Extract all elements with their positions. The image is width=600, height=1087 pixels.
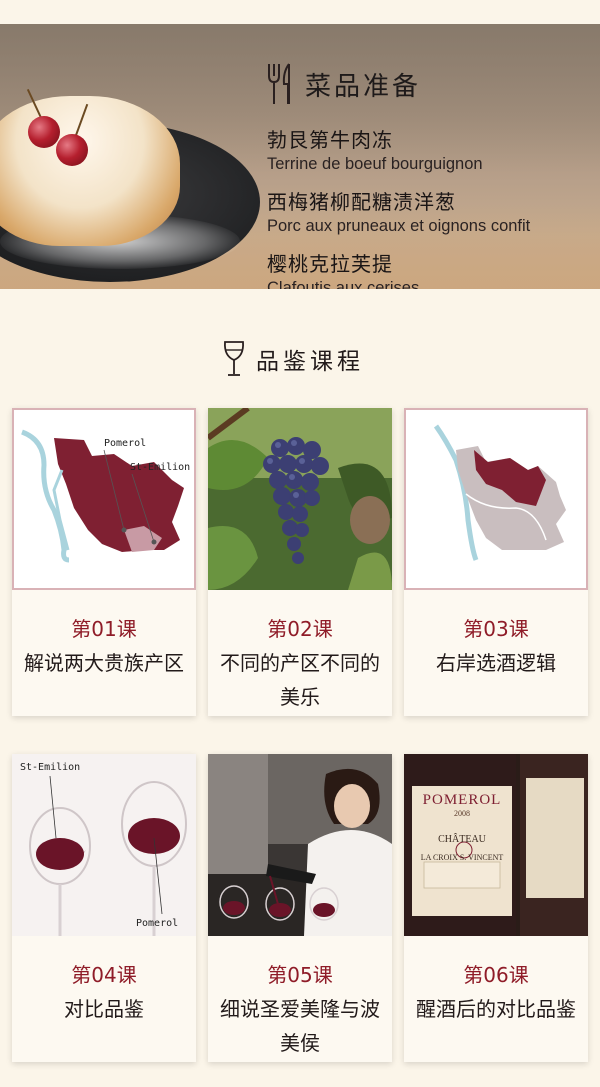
fork-knife-icon xyxy=(268,63,290,104)
grape-vine-photo xyxy=(208,408,392,590)
course-header: 品鉴课程 xyxy=(222,340,364,378)
sommelier-pouring-photo xyxy=(208,754,392,936)
lesson-description: 醒酒后的对比品鉴 xyxy=(416,997,576,1021)
lesson-description: 细说圣爱美隆与波美侯 xyxy=(220,997,380,1055)
dish-item: 樱桃克拉芙提 Clafoutis aux cerises xyxy=(267,248,419,289)
cherry xyxy=(28,116,60,148)
bottle-appellation: POMEROL xyxy=(422,792,502,808)
dish-name-fr: Terrine de boeuf bourguignon xyxy=(267,155,483,173)
menu-banner: 菜品准备 勃艮第牛肉冻 Terrine de boeuf bourguignon… xyxy=(0,24,600,289)
course-card[interactable]: POMEROL 2008 CHÂTEAU LA CROIX S. VINCENT… xyxy=(404,754,588,1062)
map-pomerol-stemilion: Pomerol St-Emilion xyxy=(12,408,196,590)
dish-name-cn: 西梅猪柳配糖渍洋葱 xyxy=(267,190,456,214)
dish-item: 勃艮第牛肉冻 Terrine de boeuf bourguignon xyxy=(267,124,483,174)
lesson-description: 不同的产区不同的美乐 xyxy=(220,651,380,709)
wine-bottles-photo: POMEROL 2008 CHÂTEAU LA CROIX S. VINCENT xyxy=(404,754,588,936)
course-card[interactable]: Pomerol St-Emilion 第01课 解说两大贵族产区 xyxy=(12,408,196,716)
map-label: St-Emilion xyxy=(130,462,191,473)
lesson-number: 第06课 xyxy=(463,963,529,987)
lesson-number: 第05课 xyxy=(267,963,333,987)
course-card[interactable]: 第02课 不同的产区不同的美乐 xyxy=(208,408,392,716)
course-card[interactable]: 第05课 细说圣爱美隆与波美侯 xyxy=(208,754,392,1062)
lesson-description: 右岸选酒逻辑 xyxy=(436,651,556,675)
bottle-chateau: CHÂTEAU xyxy=(438,834,486,845)
lesson-number: 第03课 xyxy=(463,617,529,641)
wine-glass-icon xyxy=(224,341,244,376)
dish-name-fr: Clafoutis aux cerises xyxy=(267,279,420,289)
lesson-number: 第02课 xyxy=(267,617,333,641)
menu-title: 菜品准备 xyxy=(305,71,422,102)
bottle-vintage: 2008 xyxy=(454,809,470,818)
wine-glasses-photo: St-Emilion Pomerol xyxy=(12,754,196,936)
lesson-number: 第04课 xyxy=(71,963,137,987)
menu-header: 菜品准备 xyxy=(265,62,421,106)
dish-name-cn: 樱桃克拉芙提 xyxy=(267,252,393,276)
bottle-name: LA CROIX S. VINCENT xyxy=(420,853,504,862)
map-right-bank xyxy=(404,408,588,590)
bottle-label: POMEROL 2008 CHÂTEAU LA CROIX S. VINCENT xyxy=(412,792,512,862)
glass-label: Pomerol xyxy=(136,918,179,929)
map-label: Pomerol xyxy=(104,438,147,449)
cherry xyxy=(56,134,88,166)
course-card[interactable]: St-Emilion Pomerol 第04课 对比品鉴 xyxy=(12,754,196,1062)
lesson-number: 第01课 xyxy=(71,617,137,641)
course-card[interactable]: 第03课 右岸选酒逻辑 xyxy=(404,408,588,716)
dish-name-fr: Porc aux pruneaux et oignons confit xyxy=(267,217,531,235)
lesson-description: 解说两大贵族产区 xyxy=(24,651,184,675)
lesson-description: 对比品鉴 xyxy=(64,997,144,1021)
course-title: 品鉴课程 xyxy=(256,349,364,375)
clafoutis-cake xyxy=(0,96,180,246)
dish-item: 西梅猪柳配糖渍洋葱 Porc aux pruneaux et oignons c… xyxy=(267,186,530,236)
dish-name-cn: 勃艮第牛肉冻 xyxy=(267,128,393,152)
glass-label: St-Emilion xyxy=(20,762,81,773)
